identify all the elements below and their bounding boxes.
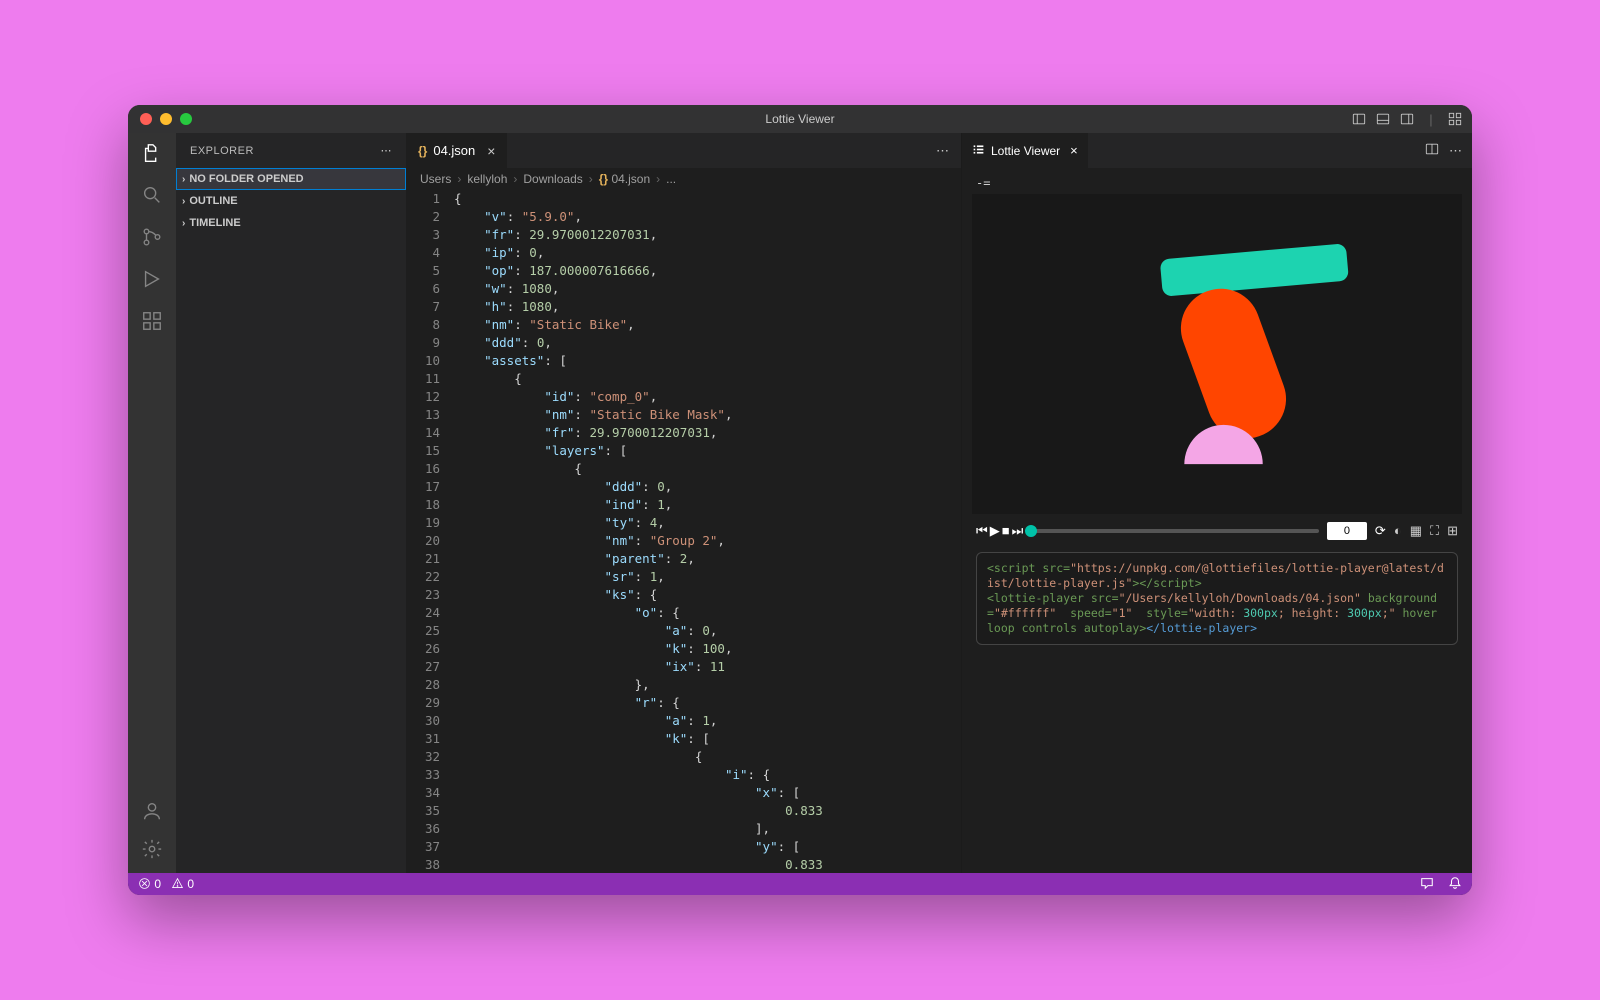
traffic-lights xyxy=(140,113,192,125)
code-editor: {} 04.json × ⋯ Users›kellyloh›Downloads›… xyxy=(406,133,962,873)
explorer-icon[interactable] xyxy=(140,141,164,165)
editor-more-actions[interactable]: ⋯ xyxy=(924,133,961,168)
skip-end-icon[interactable]: ⏭ xyxy=(1012,523,1024,539)
status-problems[interactable]: 0 0 xyxy=(138,877,194,891)
titlebar: Lottie Viewer | xyxy=(128,105,1472,133)
explorer-sidebar: EXPLORER ⋯ ›NO FOLDER OPENED›OUTLINE›TIM… xyxy=(176,133,406,873)
sidebar-header: EXPLORER ⋯ xyxy=(176,133,406,168)
slider-thumb[interactable] xyxy=(1025,525,1037,537)
chevron-right-icon: › xyxy=(182,196,185,207)
breadcrumb-item[interactable]: Users xyxy=(420,172,451,186)
fullscreen-icon[interactable]: ⛶ xyxy=(1430,523,1439,539)
player-controls: ⏮ ▶ ■ ⏭ 0 ⟳ ◐ ▦ ⛶ xyxy=(972,514,1462,548)
embed-snippet[interactable]: <script src="https://unpkg.com/@lottiefi… xyxy=(976,552,1458,645)
editor-group: {} 04.json × ⋯ Users›kellyloh›Downloads›… xyxy=(406,133,1472,873)
chevron-right-icon: › xyxy=(182,174,185,185)
frame-input[interactable]: 0 xyxy=(1327,522,1367,540)
sidebar-section[interactable]: ›TIMELINE xyxy=(176,212,406,234)
file-tab[interactable]: {} 04.json × xyxy=(406,133,508,168)
panel-caption: -= xyxy=(972,176,1462,190)
panel-tab-close-icon[interactable]: × xyxy=(1070,143,1078,158)
breadcrumb-item[interactable]: {} 04.json xyxy=(599,172,650,186)
background-color-icon[interactable]: ◐ xyxy=(1394,523,1402,539)
json-file-icon: {} xyxy=(418,144,427,158)
line-number-gutter: 1234567891011121314151617181920212223242… xyxy=(406,190,454,873)
play-icon[interactable]: ▶ xyxy=(990,523,1000,539)
timeline-slider[interactable] xyxy=(1031,529,1319,533)
split-editor-icon[interactable] xyxy=(1425,142,1439,159)
activity-bar xyxy=(128,133,176,873)
status-bar: 0 0 xyxy=(128,873,1472,895)
animation-preview xyxy=(972,194,1462,514)
feedback-icon[interactable] xyxy=(1420,876,1434,893)
sidebar-title: EXPLORER xyxy=(190,145,254,157)
breadcrumb-item[interactable]: kellyloh xyxy=(467,172,507,186)
accounts-icon[interactable] xyxy=(140,799,164,823)
grid-icon[interactable]: ▦ xyxy=(1410,523,1422,539)
tab-close-icon[interactable]: × xyxy=(487,143,495,159)
settings-icon[interactable]: ⊞ xyxy=(1447,523,1458,539)
customize-layout-icon[interactable] xyxy=(1448,112,1462,126)
maximize-window-button[interactable] xyxy=(180,113,192,125)
list-icon xyxy=(972,143,985,159)
panel-tab-title: Lottie Viewer xyxy=(991,144,1060,158)
sidebar-section[interactable]: ›OUTLINE xyxy=(176,190,406,212)
panel-tab[interactable]: Lottie Viewer × xyxy=(962,133,1088,168)
close-window-button[interactable] xyxy=(140,113,152,125)
toggle-secondary-sidebar-icon[interactable] xyxy=(1400,112,1414,126)
window-title: Lottie Viewer xyxy=(765,112,834,126)
source-control-icon[interactable] xyxy=(140,225,164,249)
minimize-window-button[interactable] xyxy=(160,113,172,125)
panel-more-icon[interactable]: ⋯ xyxy=(1449,143,1462,159)
tab-filename: 04.json xyxy=(433,143,475,158)
editor-tabs: {} 04.json × ⋯ xyxy=(406,133,961,168)
search-icon[interactable] xyxy=(140,183,164,207)
extensions-icon[interactable] xyxy=(140,309,164,333)
skip-start-icon[interactable]: ⏮ xyxy=(976,523,988,539)
breadcrumb-item[interactable]: ... xyxy=(666,172,676,186)
run-debug-icon[interactable] xyxy=(140,267,164,291)
panel-body: -= ⏮ ▶ ■ ⏭ xyxy=(962,168,1472,873)
settings-gear-icon[interactable] xyxy=(140,837,164,861)
main-body: EXPLORER ⋯ ›NO FOLDER OPENED›OUTLINE›TIM… xyxy=(128,133,1472,873)
toggle-primary-sidebar-icon[interactable] xyxy=(1352,112,1366,126)
lottie-viewer-panel: Lottie Viewer × ⋯ -= xyxy=(962,133,1472,873)
titlebar-layout-controls: | xyxy=(1352,112,1462,126)
notifications-icon[interactable] xyxy=(1448,876,1462,893)
code-content[interactable]: { "v": "5.9.0", "fr": 29.9700012207031, … xyxy=(454,190,961,873)
breadcrumb-item[interactable]: Downloads xyxy=(523,172,582,186)
loop-icon[interactable]: ⟳ xyxy=(1375,523,1386,539)
panel-tabs: Lottie Viewer × ⋯ xyxy=(962,133,1472,168)
code-area[interactable]: 1234567891011121314151617181920212223242… xyxy=(406,190,961,873)
toggle-panel-icon[interactable] xyxy=(1376,112,1390,126)
chevron-right-icon: › xyxy=(182,218,185,229)
stop-icon[interactable]: ■ xyxy=(1002,523,1010,539)
sidebar-more-icon[interactable]: ⋯ xyxy=(381,144,393,157)
breadcrumbs[interactable]: Users›kellyloh›Downloads›{} 04.json›... xyxy=(406,168,961,190)
sidebar-section[interactable]: ›NO FOLDER OPENED xyxy=(176,168,406,190)
app-window: Lottie Viewer | xyxy=(128,105,1472,895)
